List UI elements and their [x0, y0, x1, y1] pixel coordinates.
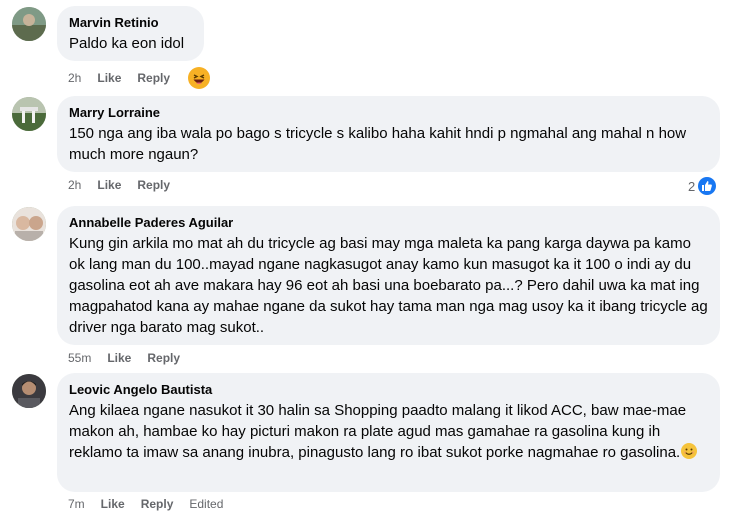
comment-time[interactable]: 2h [68, 70, 81, 86]
like-button[interactable]: Like [97, 177, 121, 193]
avatar[interactable] [12, 374, 46, 408]
like-button[interactable]: Like [97, 70, 121, 86]
comment-actions: 7m Like Reply Edited [68, 496, 223, 512]
reply-button[interactable]: Reply [137, 70, 170, 86]
laugh-emoji-icon[interactable] [188, 67, 211, 89]
comment-author[interactable]: Annabelle Paderes Aguilar [69, 214, 708, 231]
comment-time[interactable]: 55m [68, 350, 91, 366]
comment-actions: 2h Like Reply [68, 67, 211, 89]
comment-bubble: Marry Lorraine 150 nga ang iba wala po b… [57, 96, 720, 172]
comment-author[interactable]: Marry Lorraine [69, 104, 708, 121]
reaction-count[interactable]: 2 [688, 177, 717, 195]
comment-text: Kung gin arkila mo mat ah du tricycle ag… [69, 235, 708, 336]
reply-button[interactable]: Reply [147, 350, 180, 366]
smile-emoji-icon [681, 443, 698, 459]
avatar[interactable] [12, 7, 46, 41]
reply-button[interactable]: Reply [137, 177, 170, 193]
comment-author[interactable]: Marvin Retinio [69, 14, 192, 31]
like-button[interactable]: Like [101, 496, 125, 512]
comment-author[interactable]: Leovic Angelo Bautista [69, 381, 708, 398]
comment-bubble: Marvin Retinio Paldo ka eon idol [57, 6, 204, 61]
thumbs-up-icon [698, 177, 717, 195]
comment-text-content: Ang kilaea ngane nasukot it 30 halin sa … [69, 402, 687, 461]
comment-actions: 55m Like Reply [68, 350, 180, 366]
edited-label: Edited [189, 497, 224, 511]
reaction-count-number: 2 [688, 178, 696, 194]
comment-time[interactable]: 2h [68, 177, 81, 193]
comment-text: Ang kilaea ngane nasukot it 30 halin sa … [69, 400, 708, 463]
avatar[interactable] [12, 97, 46, 131]
comment-bubble: Leovic Angelo Bautista Ang kilaea ngane … [57, 373, 720, 492]
comment-bubble: Annabelle Paderes Aguilar Kung gin arkil… [57, 206, 720, 345]
comment-actions: 2h Like Reply [68, 177, 170, 193]
like-button[interactable]: Like [107, 350, 131, 366]
comment-time[interactable]: 7m [68, 496, 85, 512]
reply-button[interactable]: Reply [141, 496, 174, 512]
avatar[interactable] [12, 207, 46, 241]
comment-text: 150 nga ang iba wala po bago s tricycle … [69, 125, 687, 163]
comment-text: Paldo ka eon idol [69, 35, 185, 52]
